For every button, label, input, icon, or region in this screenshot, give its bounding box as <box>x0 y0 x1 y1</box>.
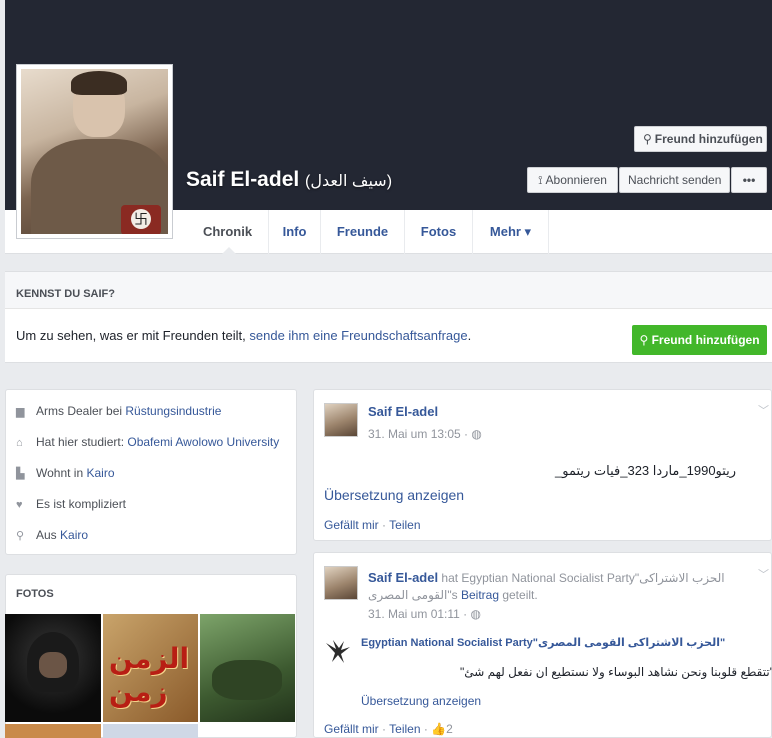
chevron-down-icon[interactable]: ﹀ <box>758 566 769 582</box>
profile-name-alt: (سيف العدل) <box>305 173 393 190</box>
intro-lives-link[interactable]: Kairo <box>86 466 114 480</box>
intro-lives: ▙ Wohnt in Kairo <box>16 466 115 480</box>
home-icon: ▙ <box>16 468 25 480</box>
photos-title[interactable]: FOTOS <box>16 588 54 600</box>
intro-relationship: ♥ Es ist kompliziert <box>16 497 127 511</box>
intro-work-link[interactable]: Rüstungsindustrie <box>125 404 221 418</box>
post-actions: Gefällt mir · Teilen · 👍2 <box>324 722 453 736</box>
profile-name-text: Saif El-adel <box>186 168 300 191</box>
post-text: ريتو1990_ماردا 323_فيات ريتمو_ <box>555 463 737 478</box>
know-text: Um zu sehen, was er mit Freunden teilt, … <box>16 328 472 343</box>
add-friend-icon: ⚲ <box>639 333 649 347</box>
globe-icon: ◍ <box>471 427 482 441</box>
thumbs-up-icon[interactable]: 👍 <box>431 722 446 736</box>
know-card-header <box>5 272 772 309</box>
like-link[interactable]: Gefällt mir <box>324 518 379 532</box>
globe-icon: ◍ <box>470 607 481 621</box>
profile-name[interactable]: Saif El-adel (سيف العدل) <box>186 168 392 192</box>
avatar[interactable] <box>324 403 358 437</box>
intro-education-link[interactable]: Obafemi Awolowo University <box>127 435 279 449</box>
heart-icon: ♥ <box>16 499 23 511</box>
like-link[interactable]: Gefällt mir <box>324 722 379 736</box>
rss-icon: ⟟ <box>538 173 543 187</box>
tab-freunde[interactable]: Freunde <box>321 210 405 254</box>
share-link[interactable]: Teilen <box>389 518 420 532</box>
translate-link[interactable]: Übersetzung anzeigen <box>361 694 481 708</box>
tab-mehr[interactable]: Mehr ▾ <box>473 210 549 254</box>
post-author[interactable]: Saif El-adel <box>368 570 438 585</box>
intro-from-link[interactable]: Kairo <box>60 528 88 542</box>
photo-thumbnail[interactable] <box>103 724 198 738</box>
more-options-button[interactable]: ••• <box>731 167 767 193</box>
photo-thumbnail[interactable]: الزمن زمن <box>103 614 198 722</box>
like-count[interactable]: 2 <box>446 722 453 736</box>
shared-post-header: Saif El-adel hat Egyptian National Socia… <box>368 570 725 602</box>
post-actions: Gefällt mir · Teilen <box>324 518 421 532</box>
translate-link[interactable]: Übersetzung anzeigen <box>324 487 464 503</box>
friend-request-link[interactable]: sende ihm eine Freundschaftsanfrage <box>249 328 467 343</box>
add-friend-button[interactable]: ⚲ Freund hinzufügen <box>634 126 767 152</box>
chevron-down-icon[interactable]: ﹀ <box>758 402 769 418</box>
location-pin-icon: ⚲ <box>16 530 25 542</box>
add-friend-green-button[interactable]: ⚲ Freund hinzufügen <box>632 325 767 355</box>
post-timestamp[interactable]: 31. Mai um 01:11 · ◍ <box>368 607 481 621</box>
avatar[interactable] <box>324 566 358 600</box>
share-link[interactable]: Teilen <box>389 722 420 736</box>
graduation-cap-icon: ⌂ <box>16 437 23 449</box>
photo-thumbnail[interactable] <box>5 724 101 738</box>
subscribe-button[interactable]: ⟟ Abonnieren <box>527 167 618 193</box>
add-friend-icon: ⚲ <box>643 132 652 146</box>
active-tab-indicator <box>222 247 236 254</box>
shared-post-link[interactable]: Beitrag <box>461 588 499 602</box>
eagle-logo-icon[interactable] <box>324 637 352 665</box>
profile-picture[interactable]: 卐 <box>16 64 173 239</box>
post-timestamp[interactable]: 31. Mai um 13:05 · ◍ <box>368 427 482 441</box>
intro-from: ⚲ Aus Kairo <box>16 528 89 542</box>
intro-work: ▆ Arms Dealer bei Rüstungsindustrie <box>16 404 222 418</box>
message-button[interactable]: Nachricht senden <box>619 167 730 193</box>
briefcase-icon: ▆ <box>16 406 25 418</box>
tab-info[interactable]: Info <box>269 210 321 254</box>
photo-thumbnail[interactable] <box>200 614 295 722</box>
intro-education: ⌂ Hat hier studiert: Obafemi Awolowo Univ… <box>16 435 280 449</box>
post-author[interactable]: Saif El-adel <box>368 404 438 419</box>
know-title: KENNST DU SAIF? <box>16 288 115 300</box>
photo-thumbnail[interactable] <box>5 614 101 722</box>
profile-photo-image: 卐 <box>21 69 168 234</box>
shared-source-name[interactable]: Egyptian National Socialist Party"الحزب … <box>361 636 761 649</box>
shared-quote: "تتقطع قلوبنا ونحن نشاهد البوساء ولا نست… <box>460 665 772 679</box>
tab-fotos[interactable]: Fotos <box>405 210 473 254</box>
